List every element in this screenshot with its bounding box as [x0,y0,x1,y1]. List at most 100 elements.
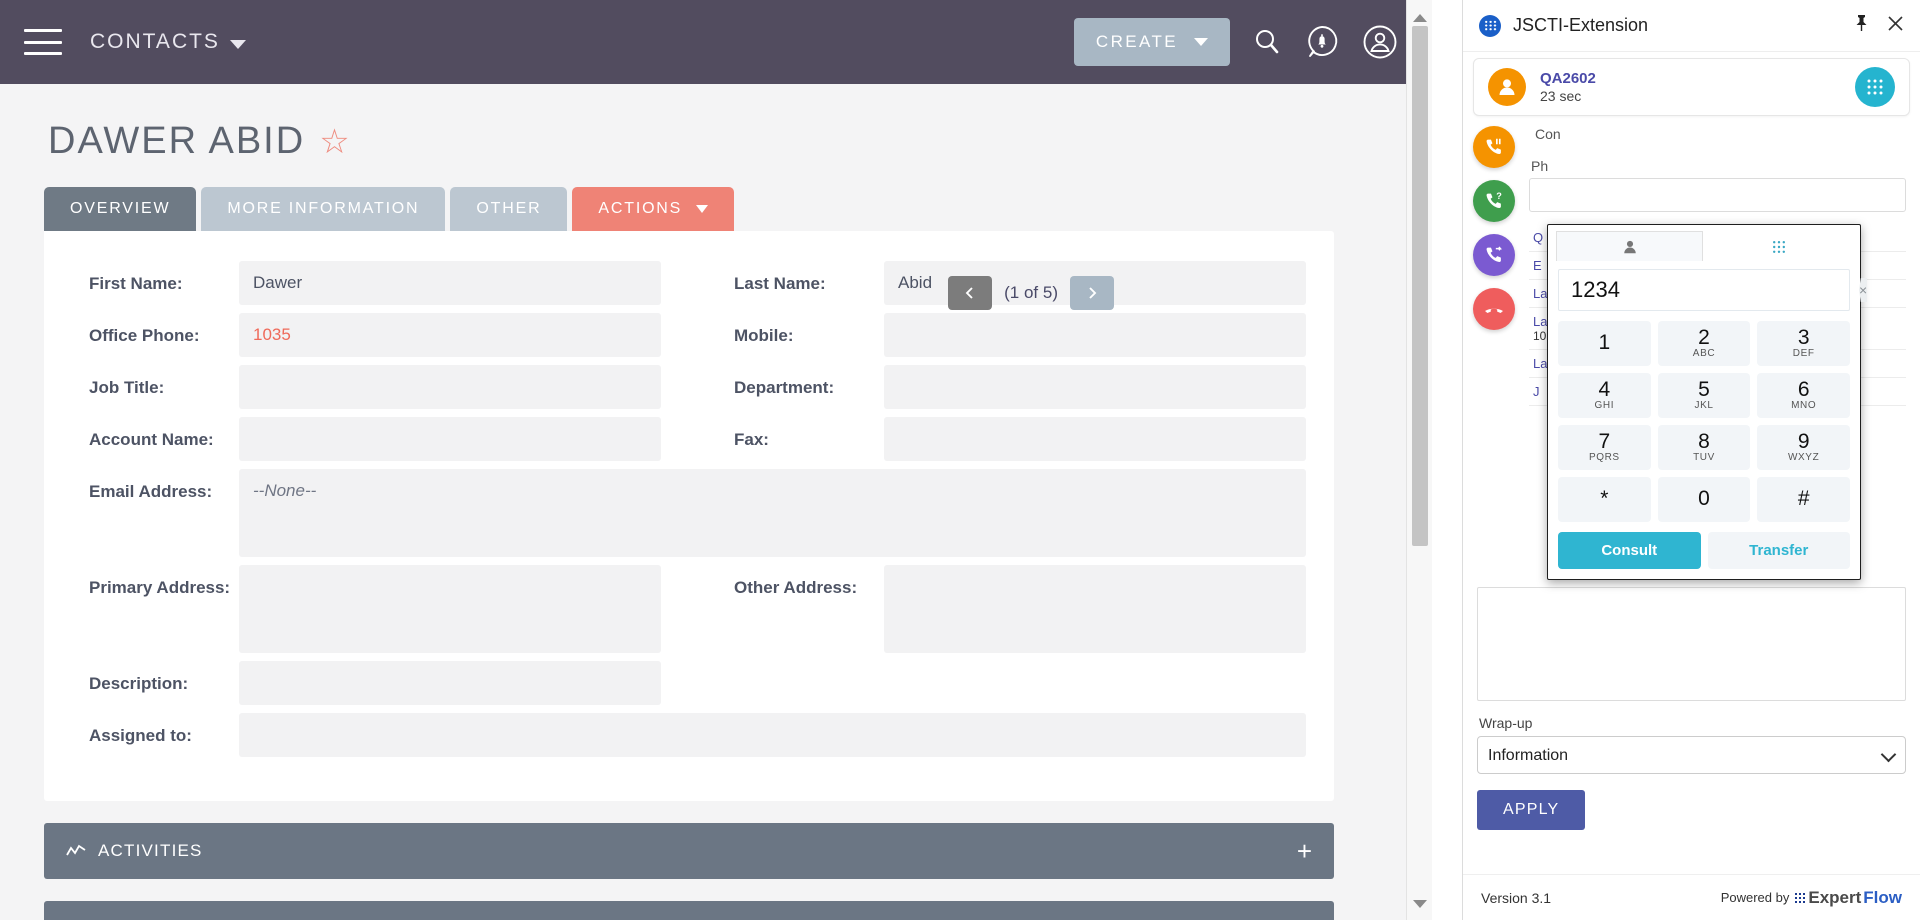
expertflow-grid-icon [1479,15,1501,37]
panel-history[interactable]: HISTORY + [44,901,1334,920]
tab-label: MORE INFORMATION [227,200,419,217]
key-digit: 0 [1698,488,1710,510]
field-value[interactable] [239,661,661,705]
module-selector[interactable]: CONTACTS [90,30,246,54]
dialpad-tab-contacts[interactable] [1556,231,1703,261]
tab-overview[interactable]: OVERVIEW [44,187,196,231]
chevron-down-icon [1194,38,1208,46]
field-value[interactable]: Dawer [239,261,661,305]
key-digit: 1 [1598,332,1610,354]
panel-activities[interactable]: ACTIVITIES + [44,823,1334,879]
dialpad-key-6[interactable]: 6 MNO [1757,373,1850,418]
key-digit: 7 [1598,431,1610,453]
record-detail-card: First Name: Dawer Last Name: Abid Office… [44,231,1334,801]
key-digit: 2 [1698,327,1710,349]
scrollbar-thumb[interactable] [1412,26,1428,546]
user-profile-icon[interactable] [1362,24,1398,60]
field-value[interactable] [884,313,1306,357]
pagination-prev-button[interactable] [948,276,992,310]
tab-more-information[interactable]: MORE INFORMATION [201,187,445,231]
search-icon[interactable] [1252,27,1282,57]
field-value[interactable] [239,417,661,461]
call-notes-textarea[interactable] [1477,587,1906,701]
key-digit: 3 [1798,327,1810,349]
field-description-spacer [689,657,1334,709]
dialpad-consult-button[interactable]: Consult [1558,532,1701,569]
field-value[interactable] [239,565,661,653]
tab-actions[interactable]: ACTIONS [572,187,734,231]
cti-extension-panel: JSCTI-Extension [1462,0,1920,920]
cti-phone-input[interactable] [1529,178,1906,212]
tab-label: ACTIONS [598,200,682,218]
record-pagination: (1 of 5) [948,276,1114,310]
field-label: Last Name: [689,257,884,294]
dialpad-key-4[interactable]: 4 GHI [1558,373,1651,418]
key-digit: # [1798,488,1810,510]
key-letters: TUV [1693,453,1715,464]
create-button[interactable]: CREATE [1074,18,1230,66]
end-call-button[interactable] [1473,288,1515,330]
key-letters: JKL [1694,401,1713,412]
panel-expand-icon[interactable]: + [1297,838,1312,864]
call-duration: 23 sec [1540,88,1841,104]
dialpad-key-7[interactable]: 7 PQRS [1558,425,1651,470]
field-value[interactable] [239,713,1306,757]
crm-application: CONTACTS CREATE [0,0,1432,920]
crm-vertical-scrollbar[interactable] [1406,0,1432,920]
wrapup-select[interactable]: Information [1477,736,1906,774]
dialpad-clear-button[interactable]: × [1859,278,1867,302]
dialpad-popup: × 1 2 ABC 3 DEF 4 [1547,224,1861,580]
cti-panel-title: JSCTI-Extension [1513,15,1842,36]
dialpad-key-2[interactable]: 2 ABC [1658,321,1751,366]
transfer-button[interactable] [1473,234,1515,276]
record-tabs: OVERVIEW MORE INFORMATION OTHER ACTIONS [0,163,1432,231]
field-label: Mobile: [689,309,884,346]
dialpad-key-0[interactable]: 0 [1658,477,1751,522]
consult-button[interactable]: ? [1473,180,1515,222]
field-value[interactable] [884,365,1306,409]
key-digit: 8 [1698,431,1710,453]
field-office-phone: Office Phone: 1035 [44,309,689,361]
close-icon[interactable] [1887,15,1904,37]
field-fax: Fax: [689,413,1334,465]
star-outline-icon[interactable]: ☆ [319,125,351,159]
field-value[interactable] [239,365,661,409]
scroll-up-arrow-icon[interactable] [1413,14,1427,22]
dialpad-toggle-button[interactable] [1855,67,1895,107]
dialpad-input-row: × [1558,269,1850,311]
dialpad-number-input[interactable] [1571,277,1859,303]
field-row: Account Name: Fax: [44,413,1334,465]
field-value[interactable]: --None-- [239,469,1306,557]
cti-panel-main: ? Con Ph [1463,116,1920,876]
panel-expand-icon[interactable]: + [1297,916,1312,920]
dialpad-key-9[interactable]: 9 WXYZ [1757,425,1850,470]
panel-label: ACTIVITIES [98,841,203,861]
field-value[interactable] [884,417,1306,461]
field-label: Email Address: [44,465,239,502]
field-value[interactable]: 1035 [239,313,661,357]
cti-panel-footer: Version 3.1 Powered by ExpertFlow [1463,874,1920,920]
field-label: Assigned to: [44,709,239,746]
dialpad-key-star[interactable]: * [1558,477,1651,522]
tab-other[interactable]: OTHER [450,187,567,231]
hamburger-menu-icon[interactable] [24,29,62,55]
pagination-next-button[interactable] [1070,276,1114,310]
dialpad-key-3[interactable]: 3 DEF [1757,321,1850,366]
dialpad-tab-keypad[interactable] [1705,231,1852,261]
field-value[interactable] [884,565,1306,653]
dialpad-key-5[interactable]: 5 JKL [1658,373,1751,418]
dialpad-key-1[interactable]: 1 [1558,321,1651,366]
dialpad-key-8[interactable]: 8 TUV [1658,425,1751,470]
cti-tab-contact[interactable]: Con [1529,122,1567,146]
hold-button[interactable] [1473,126,1515,168]
apply-button[interactable]: APPLY [1477,790,1585,830]
field-label: Department: [689,361,884,398]
field-job-title: Job Title: [44,361,689,413]
dialpad-key-hash[interactable]: # [1757,477,1850,522]
pin-icon[interactable] [1854,14,1869,37]
notification-bell-icon[interactable] [1304,24,1340,60]
key-letters: PQRS [1589,453,1620,464]
create-button-label: CREATE [1096,32,1178,52]
dialpad-transfer-button[interactable]: Transfer [1708,532,1851,569]
scroll-down-arrow-icon[interactable] [1413,900,1427,908]
